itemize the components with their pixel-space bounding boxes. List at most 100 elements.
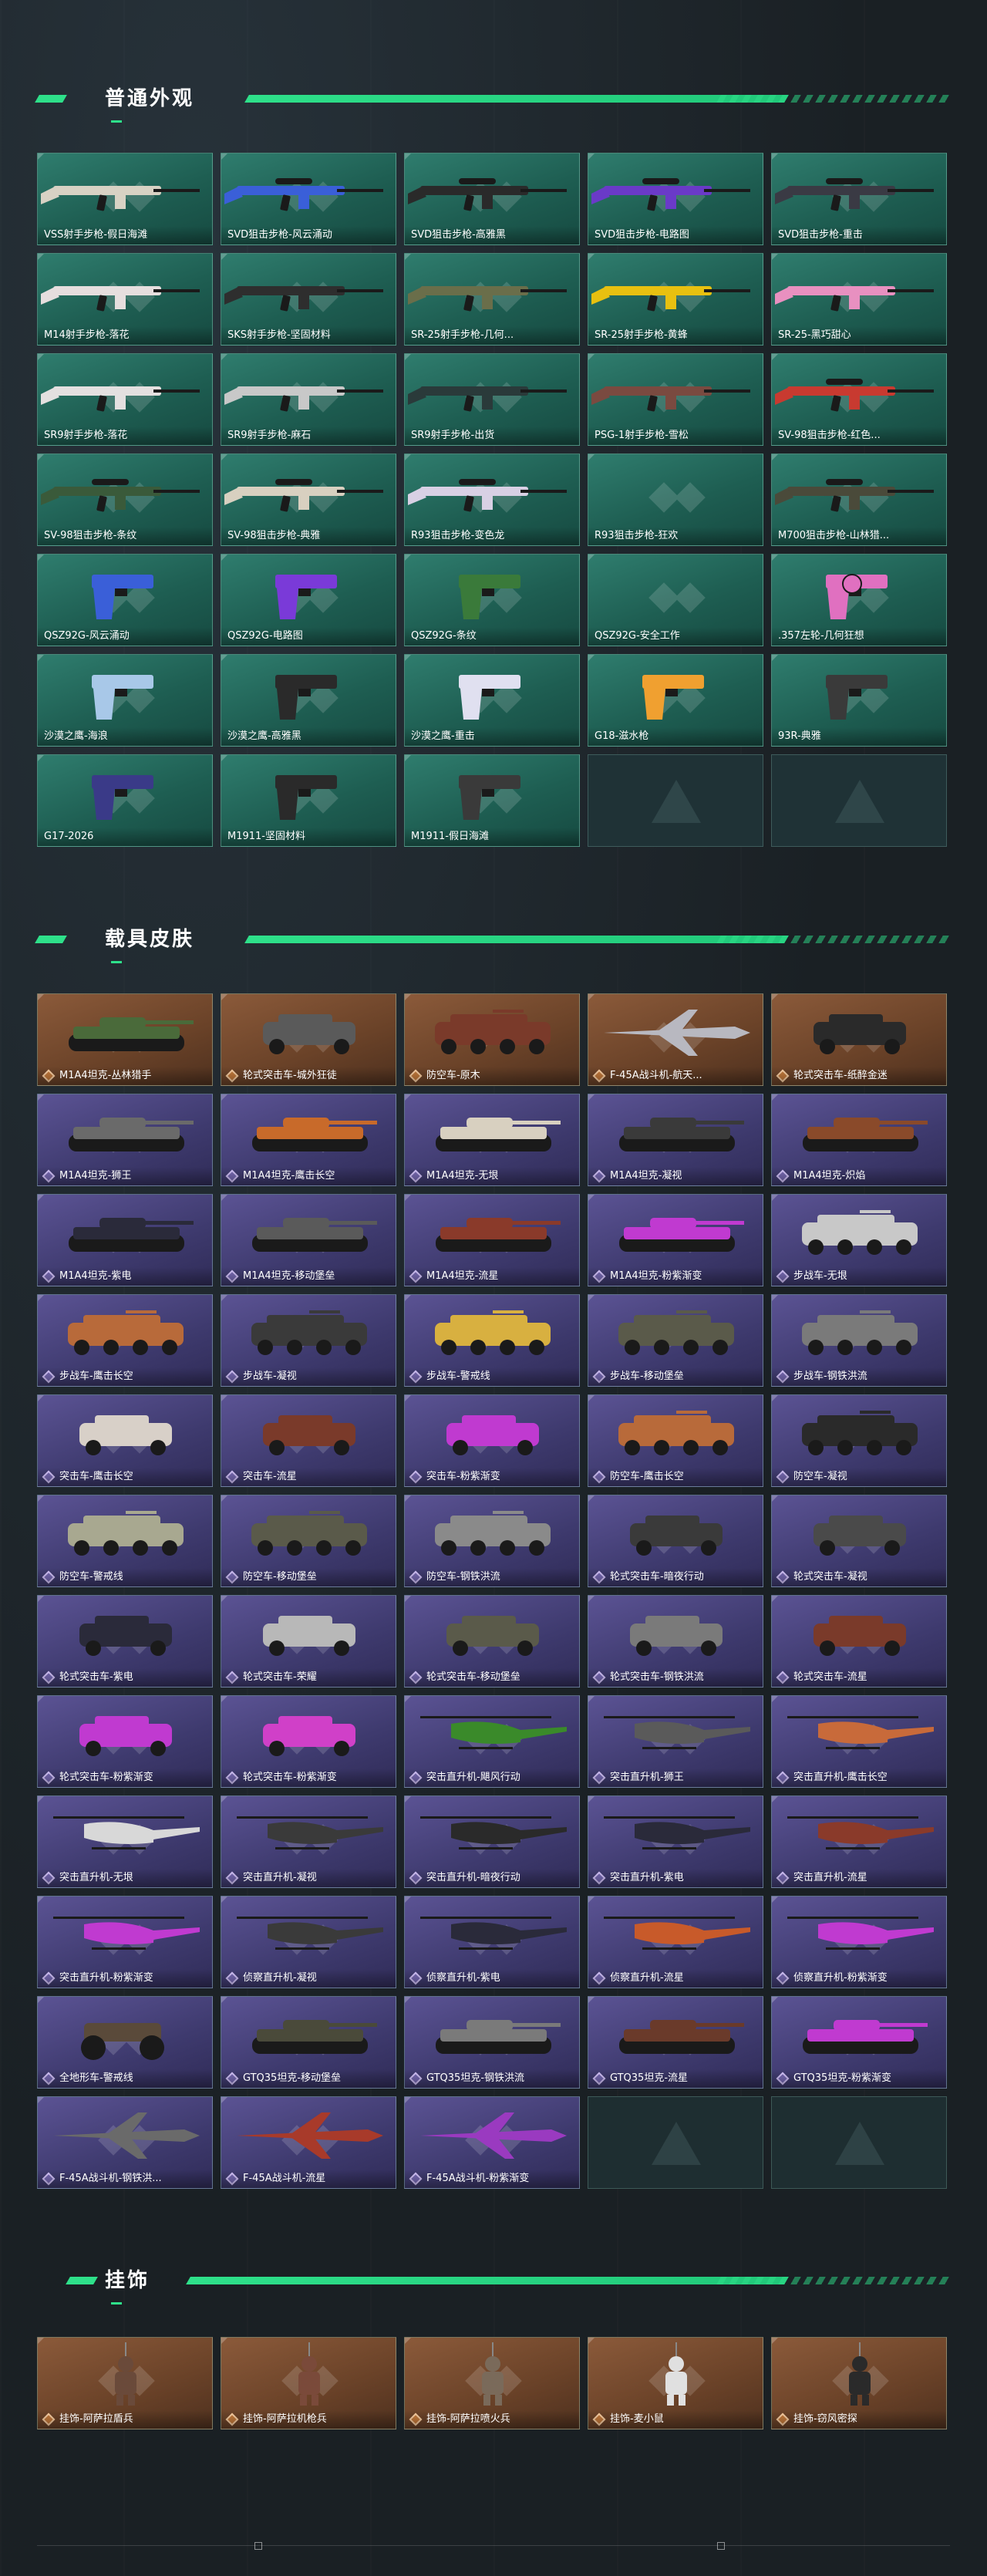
- vehicle-skin-card[interactable]: 防空车-鹰击长空: [588, 1394, 763, 1487]
- charm-skin-card[interactable]: 挂饰-麦小鼠: [588, 2337, 763, 2429]
- vehicle-skin-card[interactable]: 突击直升机-鹰击长空: [771, 1695, 947, 1788]
- vehicle-skin-card[interactable]: M1A4坦克-紫电: [37, 1194, 213, 1286]
- vehicle-skin-card[interactable]: 突击直升机-紫电: [588, 1795, 763, 1888]
- weapon-skin-card[interactable]: SR-25射手步枪-黄蜂: [588, 253, 763, 346]
- vehicle-skin-card[interactable]: 步战车-无垠: [771, 1194, 947, 1286]
- vehicle-skin-card[interactable]: M1A4坦克-凝视: [588, 1094, 763, 1186]
- vehicle-skin-card[interactable]: 突击直升机-暗夜行动: [404, 1795, 580, 1888]
- vehicle-skin-card[interactable]: F-45A战斗机-粉紫渐变: [404, 2096, 580, 2189]
- charm-skin-card[interactable]: 挂饰-窃风密探: [771, 2337, 947, 2429]
- vehicle-skin-card[interactable]: 轮式突击车-暗夜行动: [588, 1495, 763, 1587]
- vehicle-skin-card[interactable]: 防空车-原木: [404, 993, 580, 1086]
- weapon-skin-card[interactable]: 沙漠之鹰-海浪: [37, 654, 213, 747]
- weapon-skin-card[interactable]: SR9射手步枪-麻石: [221, 353, 396, 446]
- weapon-skin-card[interactable]: 沙漠之鹰-重击: [404, 654, 580, 747]
- weapon-skin-card[interactable]: SKS射手步枪-坚固材料: [221, 253, 396, 346]
- vehicle-skin-card[interactable]: GTQ35坦克-流星: [588, 1996, 763, 2089]
- vehicle-skin-card[interactable]: M1A4坦克-狮王: [37, 1094, 213, 1186]
- vehicle-skin-card[interactable]: GTQ35坦克-钢铁洪流: [404, 1996, 580, 2089]
- weapon-skin-card[interactable]: SV-98狙击步枪-条纹: [37, 453, 213, 546]
- vehicle-skin-card[interactable]: 轮式突击车-纸醉金迷: [771, 993, 947, 1086]
- vehicle-skin-card[interactable]: F-45A战斗机-航天...: [588, 993, 763, 1086]
- vehicle-skin-card[interactable]: 轮式突击车-流星: [771, 1595, 947, 1688]
- vehicle-skin-card[interactable]: 轮式突击车-紫电: [37, 1595, 213, 1688]
- vehicle-skin-card[interactable]: 轮式突击车-移动堡垒: [404, 1595, 580, 1688]
- vehicle-skin-card[interactable]: 全地形车-警戒线: [37, 1996, 213, 2089]
- weapon-skin-card[interactable]: SVD狙击步枪-重击: [771, 153, 947, 245]
- vehicle-skin-card[interactable]: GTQ35坦克-粉紫渐变: [771, 1996, 947, 2089]
- vehicle-skin-card[interactable]: 突击车-鹰击长空: [37, 1394, 213, 1487]
- vehicle-skin-card[interactable]: 轮式突击车-荣耀: [221, 1595, 396, 1688]
- weapon-skin-card[interactable]: M700狙击步枪-山林猎...: [771, 453, 947, 546]
- weapon-skin-card[interactable]: M14射手步枪-落花: [37, 253, 213, 346]
- vehicle-skin-card[interactable]: 步战车-警戒线: [404, 1294, 580, 1387]
- vehicle-skin-card[interactable]: 侦察直升机-凝视: [221, 1896, 396, 1988]
- weapon-skin-card[interactable]: M1911-坚固材料: [221, 754, 396, 847]
- weapon-skin-card[interactable]: QSZ92G-条纹: [404, 554, 580, 646]
- item-name: 轮式突击车-暗夜行动: [588, 1568, 763, 1586]
- vehicle-skin-card[interactable]: GTQ35坦克-移动堡垒: [221, 1996, 396, 2089]
- weapon-skin-card[interactable]: QSZ92G-安全工作: [588, 554, 763, 646]
- vehicle-skin-card[interactable]: 突击车-流星: [221, 1394, 396, 1487]
- vehicle-skin-card[interactable]: 突击直升机-无垠: [37, 1795, 213, 1888]
- weapon-skin-card[interactable]: VSS射手步枪-假日海滩: [37, 153, 213, 245]
- vehicle-skin-card[interactable]: M1A4坦克-丛林猎手: [37, 993, 213, 1086]
- vehicle-skin-card[interactable]: M1A4坦克-移动堡垒: [221, 1194, 396, 1286]
- vehicle-skin-card[interactable]: 防空车-钢铁洪流: [404, 1495, 580, 1587]
- charm-skin-card[interactable]: 挂饰-阿萨拉机枪兵: [221, 2337, 396, 2429]
- vehicle-skin-card[interactable]: F-45A战斗机-流星: [221, 2096, 396, 2189]
- vehicle-skin-card[interactable]: 步战车-凝视: [221, 1294, 396, 1387]
- charm-skin-card[interactable]: 挂饰-阿萨拉盾兵: [37, 2337, 213, 2429]
- weapon-skin-card[interactable]: 93R-典雅: [771, 654, 947, 747]
- item-image: [619, 1218, 744, 1252]
- weapon-skin-card[interactable]: R93狙击步枪-变色龙: [404, 453, 580, 546]
- weapon-skin-card[interactable]: SR-25射手步枪-几何...: [404, 253, 580, 346]
- weapon-skin-card[interactable]: G17-2026: [37, 754, 213, 847]
- vehicle-skin-card[interactable]: 防空车-警戒线: [37, 1495, 213, 1587]
- vehicle-skin-card[interactable]: 突击直升机-狮王: [588, 1695, 763, 1788]
- vehicle-skin-card[interactable]: 侦察直升机-流星: [588, 1896, 763, 1988]
- vehicle-skin-card[interactable]: M1A4坦克-炽焰: [771, 1094, 947, 1186]
- vehicle-skin-card[interactable]: 步战车-移动堡垒: [588, 1294, 763, 1387]
- weapon-skin-card[interactable]: SVD狙击步枪-风云涌动: [221, 153, 396, 245]
- vehicle-skin-card[interactable]: 轮式突击车-钢铁洪流: [588, 1595, 763, 1688]
- charm-skin-card[interactable]: 挂饰-阿萨拉喷火兵: [404, 2337, 580, 2429]
- weapon-skin-card[interactable]: QSZ92G-电路图: [221, 554, 396, 646]
- weapon-skin-card[interactable]: R93狙击步枪-狂欢: [588, 453, 763, 546]
- vehicle-skin-card[interactable]: 侦察直升机-粉紫渐变: [771, 1896, 947, 1988]
- weapon-skin-card[interactable]: G18-滋水枪: [588, 654, 763, 747]
- vehicle-skin-card[interactable]: 防空车-凝视: [771, 1394, 947, 1487]
- vehicle-skin-card[interactable]: 轮式突击车-粉紫渐变: [37, 1695, 213, 1788]
- weapon-skin-card[interactable]: M1911-假日海滩: [404, 754, 580, 847]
- vehicle-skin-card[interactable]: 突击直升机-流星: [771, 1795, 947, 1888]
- vehicle-skin-card[interactable]: 突击直升机-粉紫渐变: [37, 1896, 213, 1988]
- vehicle-skin-card[interactable]: 轮式突击车-城外狂徒: [221, 993, 396, 1086]
- vehicle-skin-card[interactable]: M1A4坦克-鹰击长空: [221, 1094, 396, 1186]
- vehicle-skin-card[interactable]: 侦察直升机-紫电: [404, 1896, 580, 1988]
- weapon-skin-card[interactable]: SVD狙击步枪-高雅黑: [404, 153, 580, 245]
- weapon-skin-card[interactable]: SR-25-黑巧甜心: [771, 253, 947, 346]
- item-image: [604, 1010, 750, 1056]
- vehicle-skin-card[interactable]: 突击车-粉紫渐变: [404, 1394, 580, 1487]
- vehicle-skin-card[interactable]: 步战车-鹰击长空: [37, 1294, 213, 1387]
- weapon-skin-card[interactable]: SV-98狙击步枪-典雅: [221, 453, 396, 546]
- weapon-skin-card[interactable]: .357左轮-几何狂想: [771, 554, 947, 646]
- weapon-skin-card[interactable]: QSZ92G-风云涌动: [37, 554, 213, 646]
- weapon-skin-card[interactable]: SR9射手步枪-出货: [404, 353, 580, 446]
- vehicle-skin-card[interactable]: M1A4坦克-流星: [404, 1194, 580, 1286]
- weapon-skin-card[interactable]: SV-98狙击步枪-红色...: [771, 353, 947, 446]
- item-image: [775, 178, 934, 211]
- weapon-skin-card[interactable]: PSG-1射手步枪-雪松: [588, 353, 763, 446]
- weapon-skin-card[interactable]: SVD狙击步枪-电路图: [588, 153, 763, 245]
- weapon-skin-card[interactable]: 沙漠之鹰-高雅黑: [221, 654, 396, 747]
- vehicle-skin-card[interactable]: 突击直升机-凝视: [221, 1795, 396, 1888]
- vehicle-skin-card[interactable]: F-45A战斗机-钢铁洪...: [37, 2096, 213, 2189]
- vehicle-skin-card[interactable]: 轮式突击车-凝视: [771, 1495, 947, 1587]
- vehicle-skin-card[interactable]: M1A4坦克-粉紫渐变: [588, 1194, 763, 1286]
- vehicle-skin-card[interactable]: M1A4坦克-无垠: [404, 1094, 580, 1186]
- vehicle-skin-card[interactable]: 防空车-移动堡垒: [221, 1495, 396, 1587]
- weapon-skin-card[interactable]: SR9射手步枪-落花: [37, 353, 213, 446]
- vehicle-skin-card[interactable]: 突击直升机-飓风行动: [404, 1695, 580, 1788]
- vehicle-skin-card[interactable]: 轮式突击车-粉紫渐变: [221, 1695, 396, 1788]
- vehicle-skin-card[interactable]: 步战车-钢铁洪流: [771, 1294, 947, 1387]
